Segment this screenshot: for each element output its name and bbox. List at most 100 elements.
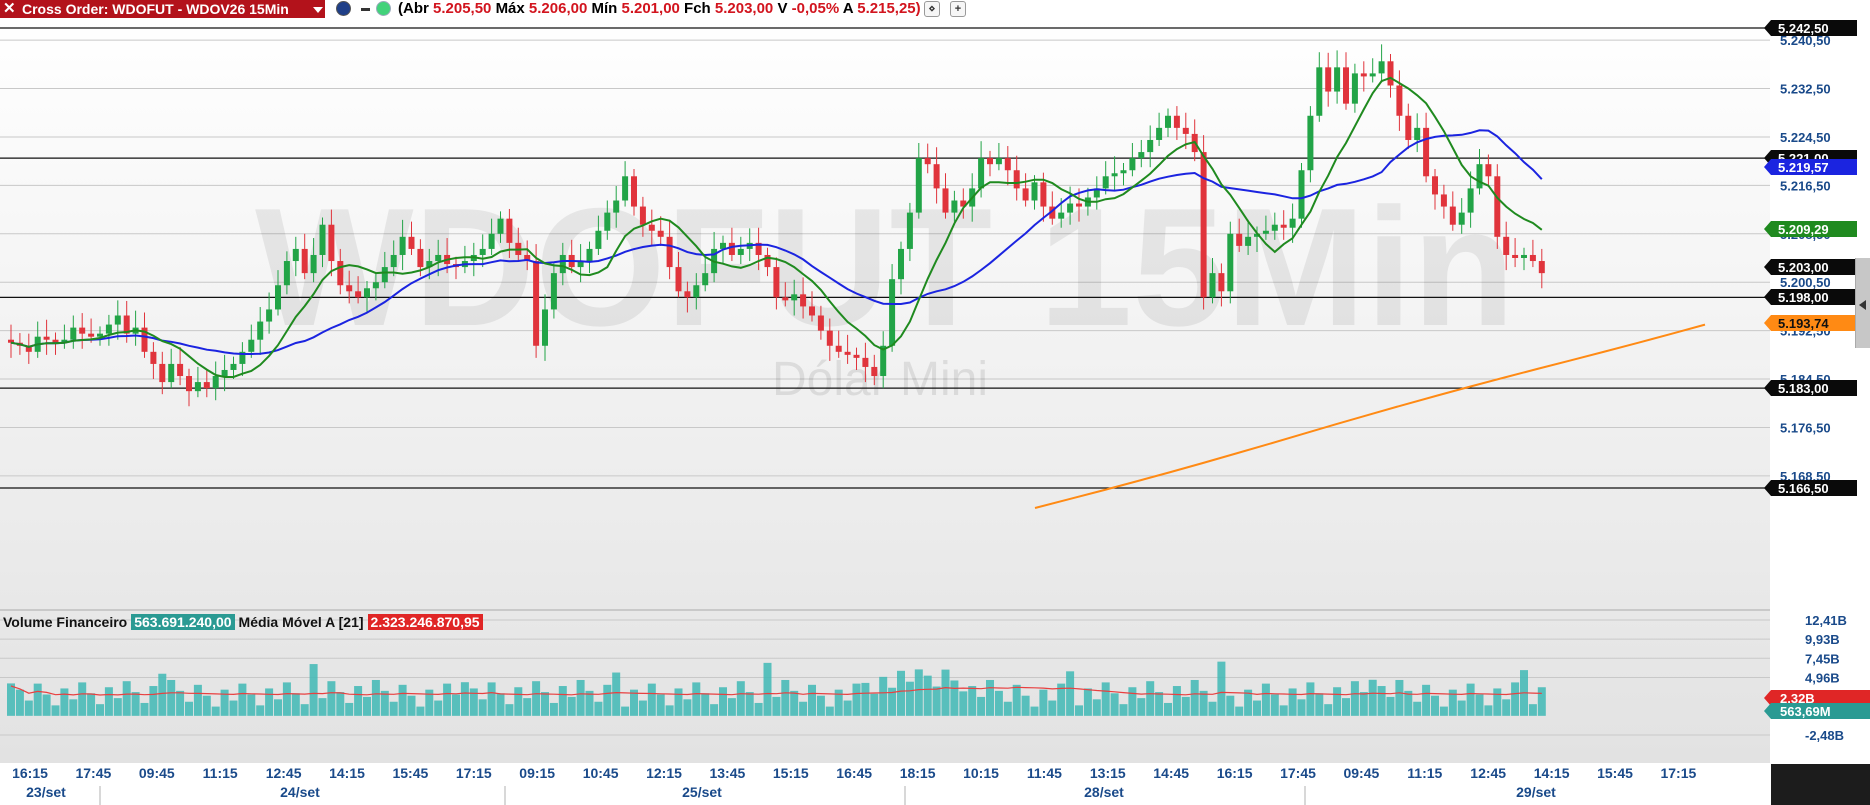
candle-body[interactable] <box>248 339 255 352</box>
candle-body[interactable] <box>1298 170 1305 219</box>
candle-body[interactable] <box>1387 61 1394 86</box>
candle-body[interactable] <box>266 309 273 322</box>
candle-body[interactable] <box>1289 218 1296 228</box>
axis-collapse-handle[interactable] <box>1855 258 1870 348</box>
candle-body[interactable] <box>337 261 344 286</box>
candle-body[interactable] <box>1156 127 1163 140</box>
candle-body[interactable] <box>417 248 424 268</box>
candle-body[interactable] <box>1467 188 1474 213</box>
candle-body[interactable] <box>817 315 824 331</box>
candle-body[interactable] <box>666 236 673 268</box>
candle-body[interactable] <box>1227 233 1234 292</box>
candle-body[interactable] <box>372 282 379 289</box>
candle-body[interactable] <box>1013 170 1020 189</box>
candle-body[interactable] <box>631 176 637 207</box>
candle-body[interactable] <box>1405 115 1412 140</box>
candle-body[interactable] <box>1423 127 1430 177</box>
candle-body[interactable] <box>1280 224 1287 228</box>
candle-body[interactable] <box>844 351 851 355</box>
candle-body[interactable] <box>1040 182 1047 207</box>
candle-body[interactable] <box>1022 188 1029 201</box>
candle-body[interactable] <box>906 212 913 249</box>
candle-body[interactable] <box>1360 73 1367 77</box>
candle-body[interactable] <box>1396 85 1403 116</box>
candle-body[interactable] <box>150 351 157 364</box>
candle-body[interactable] <box>1343 67 1349 104</box>
candle-body[interactable] <box>1120 170 1127 174</box>
candle-body[interactable] <box>1173 115 1180 128</box>
candle-body[interactable] <box>230 363 237 370</box>
candle-body[interactable] <box>1271 224 1278 231</box>
candle-body[interactable] <box>1209 273 1216 298</box>
candle-body[interactable] <box>1414 127 1421 140</box>
candle-body[interactable] <box>1004 158 1011 171</box>
candle-body[interactable] <box>1334 67 1341 92</box>
candle-body[interactable] <box>390 254 397 268</box>
candle-body[interactable] <box>186 376 192 392</box>
candle-body[interactable] <box>275 285 281 310</box>
candle-body[interactable] <box>497 218 504 234</box>
candle-body[interactable] <box>951 200 958 213</box>
candle-body[interactable] <box>1458 212 1465 225</box>
candle-body[interactable] <box>168 363 175 383</box>
candle-body[interactable] <box>1307 115 1314 171</box>
candle-body[interactable] <box>550 273 557 310</box>
candle-body[interactable] <box>1503 236 1510 255</box>
candle-body[interactable] <box>1351 73 1358 104</box>
candle-body[interactable] <box>995 158 1002 165</box>
candle-body[interactable] <box>684 291 691 298</box>
candle-body[interactable] <box>1432 176 1438 195</box>
candle-body[interactable] <box>88 333 95 337</box>
candle-body[interactable] <box>1031 182 1038 201</box>
candle-body[interactable] <box>853 354 860 358</box>
candle-body[interactable] <box>346 285 353 292</box>
candle-body[interactable] <box>1512 254 1519 258</box>
candle-body[interactable] <box>533 261 540 346</box>
candle-body[interactable] <box>70 327 77 340</box>
candle-body[interactable] <box>1538 261 1545 274</box>
candle-body[interactable] <box>479 248 486 255</box>
candle-body[interactable] <box>283 261 290 286</box>
candle-body[interactable] <box>773 267 780 298</box>
candle-body[interactable] <box>933 164 940 189</box>
candle-body[interactable] <box>319 224 326 255</box>
candle-body[interactable] <box>1529 254 1536 262</box>
candle-body[interactable] <box>1485 164 1492 177</box>
candle-body[interactable] <box>1378 61 1385 74</box>
candle-body[interactable] <box>898 248 904 280</box>
candle-body[interactable] <box>675 267 682 292</box>
candle-body[interactable] <box>1476 164 1483 189</box>
candle-body[interactable] <box>604 212 611 231</box>
candle-body[interactable] <box>889 279 896 346</box>
candle-body[interactable] <box>542 309 548 346</box>
candle-body[interactable] <box>924 158 931 165</box>
candle-body[interactable] <box>257 321 264 340</box>
candle-body[interactable] <box>79 327 86 334</box>
candle-body[interactable] <box>328 224 335 262</box>
candle-body[interactable] <box>1200 152 1207 298</box>
candle-body[interactable] <box>648 224 655 231</box>
candle-body[interactable] <box>399 236 406 255</box>
candle-body[interactable] <box>1111 173 1118 177</box>
candle-body[interactable] <box>1058 212 1065 219</box>
candle-body[interactable] <box>1076 203 1082 207</box>
candle-body[interactable] <box>978 158 985 189</box>
candle-body[interactable] <box>737 248 744 255</box>
candle-body[interactable] <box>1316 67 1323 116</box>
candle-body[interactable] <box>915 158 922 213</box>
candle-body[interactable] <box>221 369 228 377</box>
candle-body[interactable] <box>809 306 815 316</box>
candle-body[interactable] <box>862 357 869 367</box>
candle-body[interactable] <box>1236 233 1243 246</box>
candle-body[interactable] <box>613 200 620 213</box>
candle-body[interactable] <box>728 242 735 255</box>
candle-body[interactable] <box>1440 194 1447 207</box>
candle-body[interactable] <box>1449 206 1456 225</box>
candle-body[interactable] <box>1147 139 1154 153</box>
candle-body[interactable] <box>435 254 442 262</box>
candle-body[interactable] <box>1102 176 1109 189</box>
candle-body[interactable] <box>639 206 646 225</box>
candle-body[interactable] <box>1521 254 1527 258</box>
candle-body[interactable] <box>826 330 833 346</box>
candle-body[interactable] <box>177 363 184 377</box>
